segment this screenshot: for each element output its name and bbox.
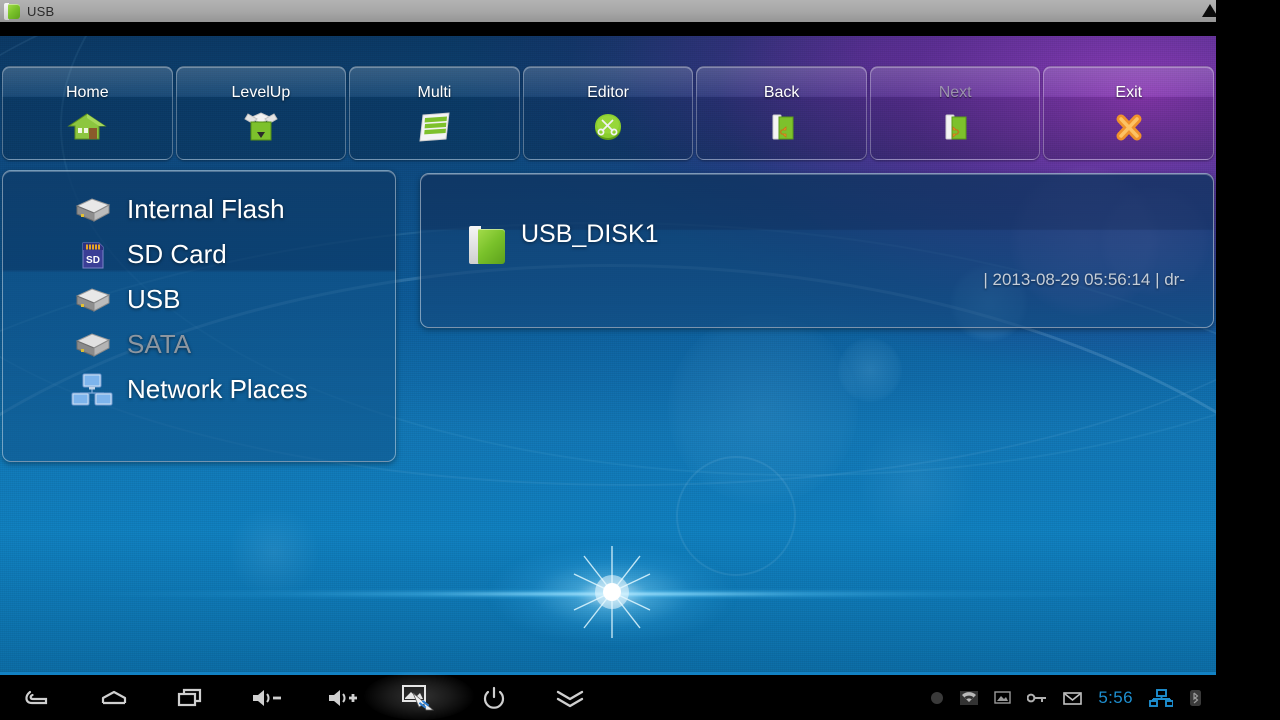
app-window: Home LevelUp Multi Editor Back Next Exit… (0, 36, 1216, 672)
house-icon (66, 110, 108, 144)
image-icon (994, 690, 1012, 705)
window-titlebar: USB (0, 0, 1280, 22)
titlebar-right-filler (1216, 0, 1280, 22)
folder-right-arrow-icon (934, 110, 976, 144)
status-clock: 5:56 (1098, 687, 1133, 707)
device-sidebar: Internal Flash SD SD Card USB SATA Netwo… (2, 170, 396, 462)
sidebar-item-label: SATA (127, 329, 192, 359)
toolbar-button-multi[interactable]: Multi (349, 66, 520, 160)
list-lines-icon (413, 110, 455, 144)
volume-down-icon (249, 686, 283, 710)
file-name: USB_DISK1 (521, 220, 659, 248)
screenshot-icon (399, 683, 437, 713)
orange-x-icon (1108, 110, 1150, 144)
green-folder-icon (4, 2, 20, 20)
double-chevron-down-icon (553, 686, 587, 710)
toolbar-button-label: LevelUp (231, 84, 291, 101)
hard-drive-icon (69, 190, 115, 230)
folder-left-arrow-icon (761, 110, 803, 144)
window-title: USB (27, 3, 55, 19)
network-monitors-icon (69, 370, 115, 410)
sidebar-item-label: SD Card (127, 239, 227, 269)
hard-drive-icon (69, 325, 115, 365)
nav-button-power[interactable] (456, 675, 532, 720)
file-metadata: | 2013-08-29 05:56:14 | dr- (983, 270, 1185, 289)
nav-button-volume-down[interactable] (228, 675, 304, 720)
circle-icon (930, 691, 944, 705)
system-navigation-bar: 5:56 (0, 672, 1280, 720)
toolbar-button-next[interactable]: Next (869, 66, 1041, 160)
recents-icon (175, 686, 205, 710)
vpn-key-icon (1027, 691, 1047, 705)
nav-button-recents[interactable] (152, 675, 228, 720)
toolbar-button-editor[interactable]: Editor (522, 66, 694, 160)
nav-button-hide-bar[interactable] (532, 675, 608, 720)
toolbar-button-label: Home (65, 84, 109, 101)
sidebar-item-usb[interactable]: USB (3, 277, 395, 322)
nav-button-home[interactable] (76, 675, 152, 720)
navbar-buttons (0, 675, 608, 720)
home-icon (99, 686, 129, 710)
volume-up-icon (325, 686, 359, 710)
toolbar-button-label: Back (763, 84, 800, 101)
bluetooth-icon (1189, 689, 1202, 706)
nav-button-screenshot[interactable] (380, 675, 456, 720)
scissors-green-circle-icon (587, 110, 629, 144)
sidebar-item-sd-card[interactable]: SD SD Card (3, 232, 395, 277)
mail-icon (1063, 691, 1083, 705)
starburst-icon (564, 544, 660, 640)
sidebar-item-label: Internal Flash (127, 194, 285, 224)
ethernet-icon (1149, 688, 1173, 707)
svg-text:SD: SD (86, 255, 100, 266)
back-arrow-icon (23, 686, 53, 710)
toolbar-button-exit[interactable]: Exit (1043, 66, 1215, 160)
screen: Home LevelUp Multi Editor Back Next Exit… (0, 0, 1280, 720)
toolbar-button-home[interactable]: Home (2, 66, 173, 160)
file-list-panel: USB_DISK1 | 2013-08-29 05:56:14 | dr- (420, 173, 1214, 328)
box-down-arrow-icon (240, 110, 282, 144)
sidebar-item-label: USB (127, 284, 181, 314)
sidebar-item-internal-flash[interactable]: Internal Flash (3, 187, 395, 232)
toolbar-button-levelup[interactable]: LevelUp (175, 66, 347, 160)
toolbar-button-label: Next (938, 84, 972, 101)
toolbar-button-label: Editor (587, 84, 629, 101)
sd-card-icon: SD (69, 235, 115, 275)
power-icon (479, 686, 509, 710)
sidebar-item-network-places[interactable]: Network Places (3, 367, 395, 412)
sidebar-item-sata[interactable]: SATA (3, 322, 395, 367)
toolbar-button-label: Multi (417, 84, 452, 101)
sidebar-item-label: Network Places (127, 374, 308, 404)
toolbar-button-back[interactable]: Back (696, 66, 867, 160)
wifi-icon (960, 690, 979, 706)
nav-button-back[interactable] (0, 675, 76, 720)
hard-drive-icon (69, 280, 115, 320)
list-item[interactable]: USB_DISK1 | 2013-08-29 05:56:14 | dr- (421, 174, 1213, 329)
toolbar-button-label: Exit (1115, 84, 1143, 101)
green-folder-icon (469, 226, 505, 264)
nav-button-volume-up[interactable] (304, 675, 380, 720)
toolbar: Home LevelUp Multi Editor Back Next Exit (0, 66, 1216, 160)
status-icons: 5:56 (930, 675, 1202, 720)
